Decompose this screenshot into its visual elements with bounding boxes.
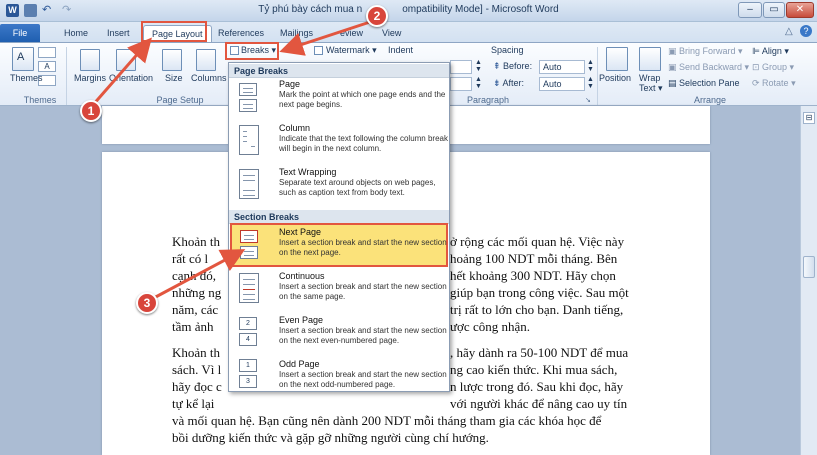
callout-badge-3: 3 xyxy=(136,292,158,314)
arrow-3 xyxy=(149,249,246,302)
callout-badge-1: 1 xyxy=(80,100,102,122)
annotation-arrows xyxy=(90,20,371,302)
arrow-1 xyxy=(90,37,152,107)
callout-badge-2: 2 xyxy=(366,5,388,27)
arrow-2 xyxy=(279,20,371,56)
